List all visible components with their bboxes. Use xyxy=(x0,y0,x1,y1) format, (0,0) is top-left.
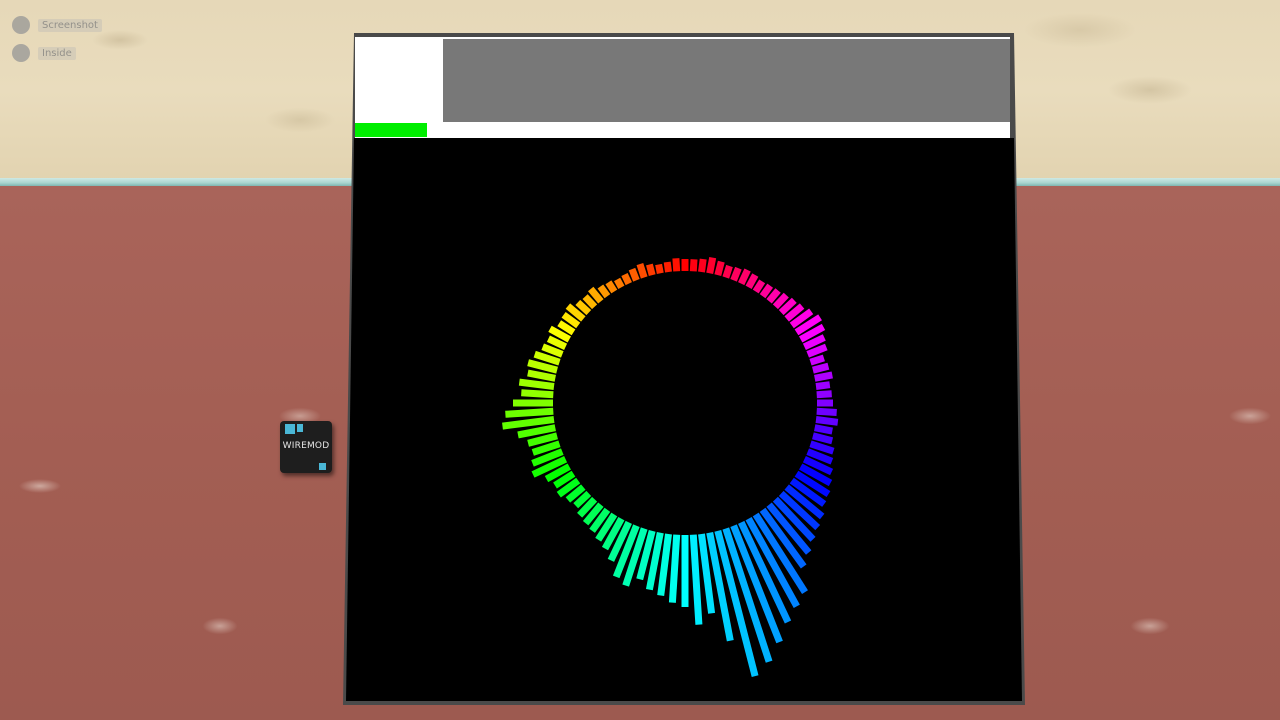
spectrum-bar xyxy=(814,424,833,435)
hud-overlay: Screenshot Inside xyxy=(12,14,102,70)
spectrum-bar xyxy=(812,432,834,445)
spectrum-bar xyxy=(812,362,830,374)
spectrum-bar xyxy=(698,258,707,273)
spectrum-bar xyxy=(657,533,672,596)
spectrum-bar xyxy=(502,416,555,430)
screen-top-panel xyxy=(355,37,1010,138)
spectrum-bar xyxy=(738,268,751,286)
spectrum-bar xyxy=(815,381,831,390)
spectrum-bar xyxy=(806,343,828,358)
spectrum-bar xyxy=(636,263,648,279)
spectrum-bar xyxy=(527,369,556,382)
spectrum-bar xyxy=(809,440,835,455)
spectrum-bar xyxy=(759,283,774,299)
spectrum-visualizer xyxy=(502,256,839,677)
hud-dot-icon xyxy=(12,44,30,62)
spectrum-bar xyxy=(527,432,558,447)
spectrum-bar xyxy=(663,261,672,273)
spectrum-bar xyxy=(745,273,759,289)
spectrum-bar xyxy=(527,359,558,374)
spectrum-bar xyxy=(766,288,781,304)
wiremod-chip[interactable]: WIREMOD xyxy=(280,421,332,473)
spectrum-bar xyxy=(605,280,618,294)
spectrum-bar xyxy=(689,534,703,625)
hud-item-inside: Inside xyxy=(12,42,102,64)
spectrum-bar xyxy=(597,284,611,299)
spectrum-bar xyxy=(816,390,832,399)
spectrum-bar xyxy=(655,263,664,274)
spectrum-bar xyxy=(722,264,733,279)
spectrum-bar xyxy=(752,279,766,294)
spectrum-bar xyxy=(814,371,833,382)
spectrum-bar xyxy=(730,266,742,282)
spectrum-bar xyxy=(714,260,725,276)
spectrum-bar xyxy=(517,424,556,439)
hud-item-label: Screenshot xyxy=(38,18,102,32)
spectrum-bar xyxy=(646,263,656,276)
progress-bar xyxy=(355,123,427,137)
hud-item-label: Inside xyxy=(38,46,76,60)
spectrum-bar xyxy=(518,378,555,390)
chip-connector-icon xyxy=(297,424,303,432)
spectrum-bar xyxy=(582,294,598,310)
spectrum-bar xyxy=(614,277,625,289)
hud-dot-icon xyxy=(12,16,30,34)
chip-connector-icon xyxy=(319,463,326,470)
screen-gray-block xyxy=(443,39,1010,122)
spectrum-bar xyxy=(521,389,554,399)
spectrum-bar xyxy=(541,343,564,358)
spectrum-bar xyxy=(505,407,554,418)
spectrum-bar xyxy=(668,534,681,603)
chip-connector-icon xyxy=(285,424,295,434)
spectrum-bar xyxy=(809,354,825,366)
spectrum-bar xyxy=(706,256,717,274)
hud-item-screenshot: Screenshot xyxy=(12,14,102,36)
spectrum-bar xyxy=(628,267,640,282)
spectrum-bar xyxy=(816,407,837,416)
spectrum-bar xyxy=(815,416,839,426)
spectrum-bar xyxy=(621,273,632,286)
spectrum-bar xyxy=(689,259,698,272)
chip-label: WIREMOD xyxy=(282,441,330,451)
game-scene: Screenshot Inside WIREMOD xyxy=(0,0,1280,720)
spectrum-bar xyxy=(672,258,681,272)
